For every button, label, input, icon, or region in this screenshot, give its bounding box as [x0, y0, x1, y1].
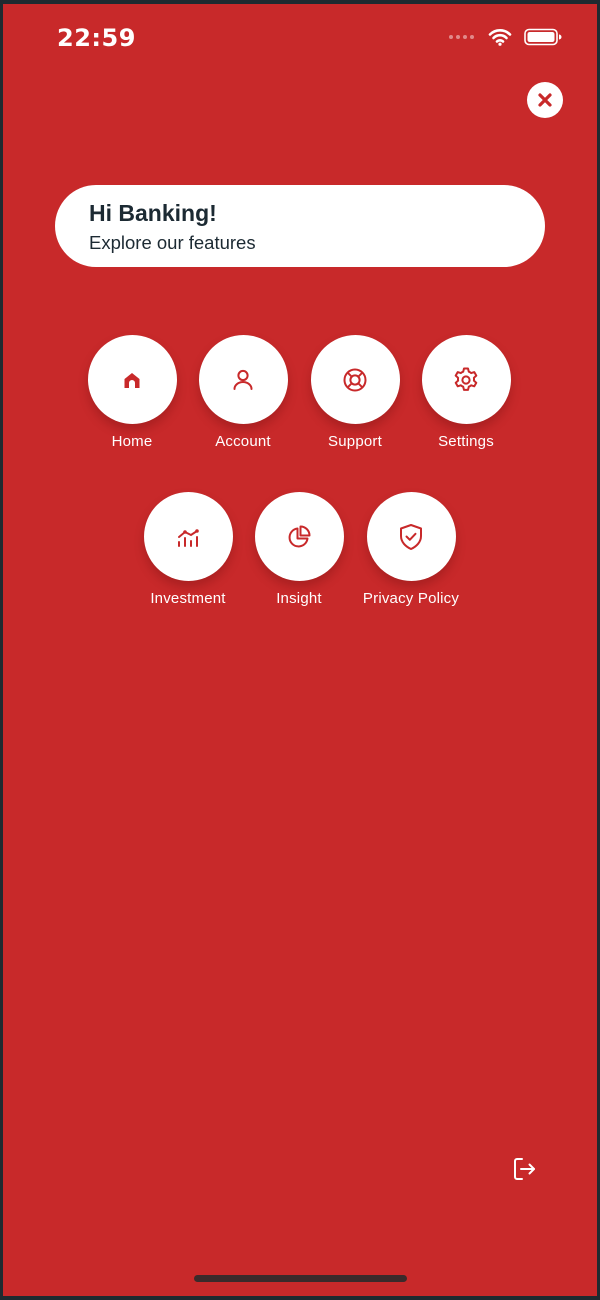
- home-icon: [124, 372, 140, 388]
- greeting-subtitle: Explore our features: [89, 232, 256, 253]
- menu-item-investment[interactable]: Investment: [128, 492, 248, 607]
- pie-chart-icon: [288, 525, 311, 547]
- menu-item-label: Insight: [276, 590, 322, 607]
- user-icon: [233, 369, 253, 390]
- gear-icon: [454, 367, 478, 391]
- logout-icon: [514, 1158, 535, 1180]
- menu-item-label: Investment: [150, 590, 226, 607]
- close-icon: [538, 93, 552, 107]
- menu-item-support-button[interactable]: [310, 335, 400, 424]
- greeting-title: Hi Banking!: [89, 200, 217, 226]
- greeting-card: Hi Banking! Explore our features: [55, 185, 545, 267]
- lifebuoy-icon: [343, 368, 367, 391]
- menu-item-account-button[interactable]: [198, 335, 288, 424]
- menu-item-settings[interactable]: Settings: [406, 335, 526, 450]
- investment-chart-icon: [178, 528, 199, 547]
- shield-check-icon: [400, 523, 422, 550]
- status-icons: [449, 28, 562, 46]
- menu-item-privacy-policy[interactable]: Privacy Policy: [351, 492, 471, 607]
- close-button[interactable]: [527, 82, 563, 118]
- menu-item-support[interactable]: Support: [295, 335, 415, 450]
- menu-item-insight[interactable]: Insight: [239, 492, 359, 607]
- logout-button[interactable]: [507, 1152, 541, 1186]
- menu-item-home[interactable]: Home: [72, 335, 192, 450]
- battery-icon: [524, 28, 562, 46]
- menu-item-label: Account: [215, 433, 271, 450]
- menu-item-account[interactable]: Account: [183, 335, 303, 450]
- signal-dots-icon: [449, 35, 474, 39]
- menu-item-label: Settings: [438, 433, 494, 450]
- menu-item-settings-button[interactable]: [421, 335, 511, 424]
- menu-item-investment-button[interactable]: [143, 492, 233, 581]
- menu-item-label: Privacy Policy: [362, 590, 460, 607]
- menu-item-label: Support: [328, 433, 382, 450]
- menu-item-label: Home: [111, 433, 153, 450]
- menu-item-insight-button[interactable]: [254, 492, 344, 581]
- home-indicator[interactable]: [194, 1275, 407, 1282]
- menu-item-privacy-policy-button[interactable]: [366, 492, 456, 581]
- wifi-icon: [488, 29, 512, 46]
- status-time: 22:59: [57, 24, 136, 52]
- menu-item-home-button[interactable]: [87, 335, 177, 424]
- menu-screen: 22:59 Hi Banking! Explore our features H…: [3, 4, 597, 1296]
